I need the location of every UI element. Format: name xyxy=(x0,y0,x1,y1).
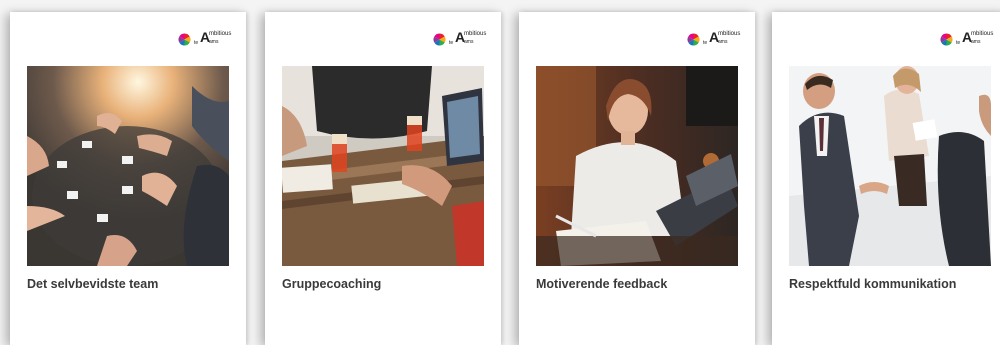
logo-line-2: te xyxy=(449,40,454,46)
logo-wordmark: A mbitious te ams xyxy=(449,29,486,47)
logo-line-1: mbitious xyxy=(718,31,741,37)
booklet-cover-motiverende-feedback[interactable]: A mbitious te ams Motiverende feedback xyxy=(519,12,755,345)
booklet-cover-gruppecoaching[interactable]: A mbitious te ams Gruppecoaching xyxy=(265,12,501,345)
pinwheel-icon xyxy=(433,33,446,45)
cover-photo-group-table xyxy=(282,66,484,266)
logo-wordmark: A mbitious te ams xyxy=(194,29,231,47)
booklet-cover-det-selvbevidste-team[interactable]: A mbitious te ams Det selvbevidste team xyxy=(10,12,246,345)
cover-title: Motiverende feedback xyxy=(536,277,668,291)
logo-line-3: ams xyxy=(464,39,474,45)
ambitious-teams-logo: A mbitious te ams xyxy=(687,29,740,47)
logo-line-3: ams xyxy=(971,39,981,45)
cover-title: Gruppecoaching xyxy=(282,277,382,291)
logo-line-3: ams xyxy=(718,39,728,45)
ambitious-teams-logo: A mbitious te ams xyxy=(940,29,993,47)
ambitious-teams-logo: A mbitious te ams xyxy=(178,29,231,47)
logo-wordmark: A mbitious te ams xyxy=(703,29,740,47)
cover-photo-business-people xyxy=(789,66,991,266)
pinwheel-icon xyxy=(178,33,191,45)
logo-line-1: mbitious xyxy=(464,31,487,37)
logo-line-2: te xyxy=(703,40,708,46)
logo-line-3: ams xyxy=(209,39,219,45)
pinwheel-icon xyxy=(940,33,953,45)
booklet-shelf: A mbitious te ams Det selvbevidste team … xyxy=(0,0,1000,345)
logo-line-2: te xyxy=(956,40,961,46)
logo-line-1: mbitious xyxy=(209,31,232,37)
pinwheel-icon xyxy=(687,33,700,45)
cover-photo-puzzle-hands xyxy=(27,66,229,266)
cover-photo-woman-laptop xyxy=(536,66,738,266)
booklet-cover-respektfuld-kommunikation[interactable]: A mbitious te ams Respektfuld kommunikat… xyxy=(772,12,1000,345)
logo-line-1: mbitious xyxy=(971,31,994,37)
cover-title: Det selvbevidste team xyxy=(27,277,159,291)
cover-title: Respektfuld kommunikation xyxy=(789,277,957,291)
logo-wordmark: A mbitious te ams xyxy=(956,29,993,47)
logo-line-2: te xyxy=(194,40,199,46)
ambitious-teams-logo: A mbitious te ams xyxy=(433,29,486,47)
